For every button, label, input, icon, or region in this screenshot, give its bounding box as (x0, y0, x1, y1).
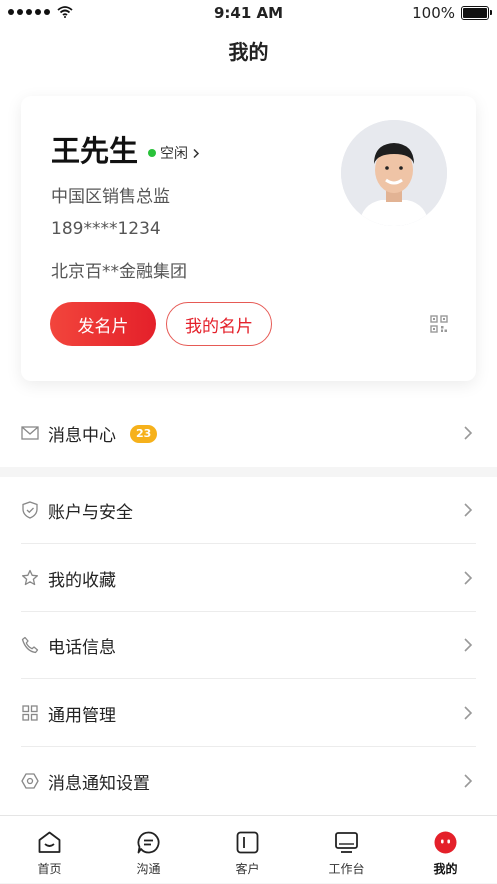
divider (21, 746, 476, 747)
profile-title: 中国区销售总监 (51, 187, 170, 207)
menu-label: 电话信息 (48, 638, 116, 658)
status-label: 空闲 (160, 146, 188, 162)
chevron-right-icon (464, 571, 473, 585)
tab-customer[interactable]: 客户 (198, 816, 297, 884)
chevron-right-icon (464, 426, 473, 440)
tab-bar: 首页 沟通 客户 工作台 我的 (0, 815, 497, 883)
tab-workbench[interactable]: 工作台 (297, 816, 396, 884)
battery-percent: 100% (412, 4, 455, 22)
chat-icon (137, 831, 160, 854)
status-selector[interactable]: 空闲 (148, 143, 200, 163)
avatar[interactable] (341, 120, 447, 226)
chevron-right-icon (464, 706, 473, 720)
my-card-button[interactable]: 我的名片 (166, 302, 272, 346)
menu-label: 账户与安全 (48, 503, 133, 523)
tab-home[interactable]: 首页 (0, 816, 99, 884)
customer-icon (236, 831, 259, 854)
divider (21, 678, 476, 679)
tab-chat[interactable]: 沟通 (99, 816, 198, 884)
tab-label: 我的 (433, 862, 458, 876)
grid-icon (22, 705, 38, 721)
tab-label: 首页 (37, 862, 62, 876)
profile-name: 王先生 (51, 134, 139, 168)
profile-company: 北京百**金融集团 (51, 262, 187, 282)
home-icon (38, 831, 61, 853)
menu-label: 我的收藏 (48, 571, 116, 591)
menu-label: 消息通知设置 (48, 774, 150, 794)
unread-badge: 23 (130, 425, 158, 443)
menu-label: 通用管理 (48, 706, 116, 726)
menu-item-phone-info[interactable]: 电话信息 (0, 612, 497, 679)
menu-item-account-security[interactable]: 账户与安全 (0, 477, 497, 544)
phone-icon (21, 636, 39, 654)
mail-icon (21, 426, 39, 440)
tab-label: 沟通 (136, 862, 161, 876)
menu-item-notification-settings[interactable]: 消息通知设置 (0, 748, 497, 815)
chevron-right-icon (464, 503, 473, 517)
message-center-label: 消息中心 (48, 426, 116, 446)
status-bar: 9:41 AM 100% (0, 0, 497, 26)
profile-card: 王先生 空闲 中国区销售总监 189****1234 北京百**金融集团 发名片… (21, 96, 476, 381)
send-card-button[interactable]: 发名片 (50, 302, 156, 346)
star-icon (21, 569, 39, 586)
qr-code-icon[interactable] (430, 315, 448, 333)
chevron-right-icon (193, 148, 200, 158)
settings-icon (21, 773, 39, 789)
tab-label: 工作台 (328, 862, 365, 876)
shield-icon (22, 501, 38, 519)
online-dot-icon (148, 149, 156, 157)
chevron-right-icon (464, 774, 473, 788)
chevron-right-icon (464, 638, 473, 652)
divider (21, 543, 476, 544)
profile-icon (434, 831, 457, 854)
page-title: 我的 (228, 40, 269, 64)
battery-icon (461, 6, 492, 20)
tab-label: 客户 (235, 862, 260, 876)
workbench-icon (335, 832, 358, 853)
tab-profile[interactable]: 我的 (396, 816, 495, 884)
menu-item-favorites[interactable]: 我的收藏 (0, 545, 497, 612)
profile-phone: 189****1234 (51, 219, 161, 239)
message-center-row[interactable]: 消息中心 23 (0, 400, 497, 467)
menu-item-general-management[interactable]: 通用管理 (0, 680, 497, 747)
avatar-image (341, 120, 447, 226)
